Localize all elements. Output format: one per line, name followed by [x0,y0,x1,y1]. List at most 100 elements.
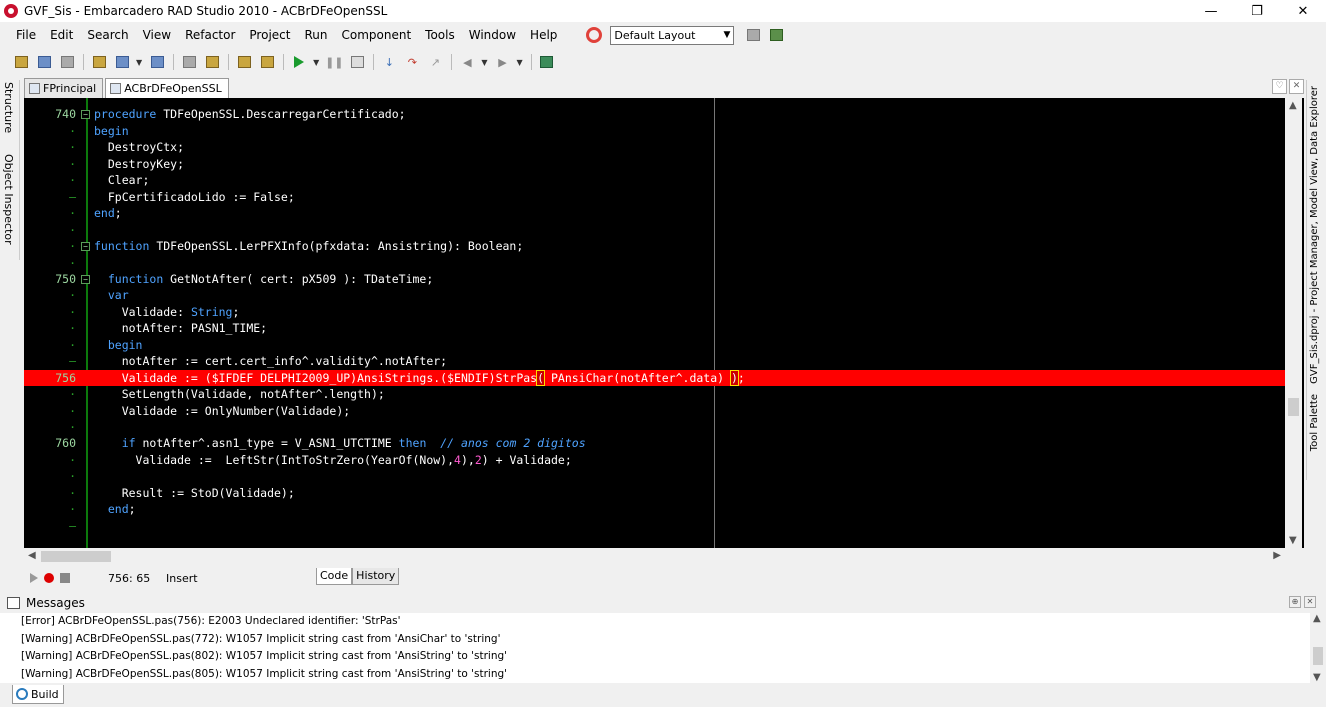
code-line[interactable]: · end; [24,205,1285,221]
scroll-thumb[interactable] [41,551,111,562]
run-icon[interactable] [290,53,308,71]
code-line[interactable]: · Result := StoD(Validade); [24,485,1285,501]
menu-search[interactable]: Search [80,24,135,46]
code-line[interactable]: · SetLength(Validade, notAfter^.length); [24,386,1285,402]
code-line[interactable]: · notAfter: PASN1_TIME; [24,320,1285,336]
scroll-up-icon[interactable]: ▲ [1289,100,1297,111]
scroll-thumb[interactable] [1313,647,1323,665]
play-macro-icon[interactable] [30,573,38,583]
step-over-icon[interactable]: ↷ [403,53,421,71]
code-line[interactable]: – notAfter := cert.cert_info^.validity^.… [24,353,1285,369]
trace-into-icon[interactable]: ↓ [380,53,398,71]
code-line[interactable]: 740− procedure TDFeOpenSSL.DescarregarCer… [24,106,1285,122]
tab-build[interactable]: Build [12,685,64,704]
code-editor[interactable]: 740− procedure TDFeOpenSSL.DescarregarCer… [24,98,1304,548]
menu-refactor[interactable]: Refactor [178,24,242,46]
structure-tab[interactable]: Structure [2,82,15,133]
project-manager-tab[interactable]: GVF_Sis.dproj - Project Manager, Model V… [1309,86,1320,384]
code-line[interactable]: · var [24,287,1285,303]
code-line[interactable]: · [24,222,1285,238]
save-desktop-icon[interactable] [744,26,762,44]
fold-toggle-icon[interactable]: − [81,242,90,252]
set-debug-desktop-icon[interactable] [767,26,785,44]
message-item[interactable]: [Warning] ACBrDFeOpenSSL.pas(802): W1057… [0,648,1310,666]
chevron-down-icon[interactable]: ▼ [313,58,319,67]
menu-help[interactable]: Help [523,24,564,46]
editor-horizontal-scrollbar[interactable]: ◀ ▶ [24,548,1285,565]
messages-scrollbar[interactable]: ▲ ▼ [1310,613,1326,683]
record-macro-icon[interactable] [44,573,54,583]
menu-edit[interactable]: Edit [43,24,80,46]
menu-project[interactable]: Project [242,24,297,46]
code-line[interactable]: · Validade := OnlyNumber(Validade); [24,403,1285,419]
error-code-line[interactable]: 756 Validade := ($IFDEF DELPHI2009_UP)An… [24,369,1285,386]
open-project-icon[interactable] [113,53,131,71]
help-book-icon[interactable] [538,53,556,71]
new-form-icon[interactable] [90,53,108,71]
view-form-icon[interactable] [203,53,221,71]
code-line[interactable]: · Clear; [24,172,1285,188]
code-line[interactable]: 760 if notAfter^.asn1_type = V_ASN1_UTCT… [24,435,1285,451]
chevron-down-icon[interactable]: ▼ [516,58,522,67]
menu-tools[interactable]: Tools [418,24,462,46]
add-to-project-icon[interactable] [235,53,253,71]
minimize-button[interactable]: — [1188,0,1234,22]
code-line[interactable]: – [24,518,1285,534]
tab-acbrdfeopenssl[interactable]: ACBrDFeOpenSSL [105,78,229,98]
code-line[interactable]: · begin [24,123,1285,139]
tab-list-icon[interactable]: ♡ [1272,79,1287,94]
stop-icon[interactable] [348,53,366,71]
menu-component[interactable]: Component [334,24,418,46]
message-item[interactable]: [Warning] ACBrDFeOpenSSL.pas(805): W1057… [0,666,1310,684]
pause-icon[interactable]: ❚❚ [325,53,343,71]
close-button[interactable]: ✕ [1280,0,1326,22]
code-line[interactable]: · end; [24,501,1285,517]
code-line[interactable]: · [24,255,1285,271]
code-line[interactable]: · [24,468,1285,484]
remove-from-project-icon[interactable] [258,53,276,71]
scroll-up-icon[interactable]: ▲ [1313,613,1321,624]
scroll-down-icon[interactable]: ▼ [1313,672,1321,683]
close-tab-icon[interactable]: ✕ [1289,79,1304,94]
code-line[interactable]: 750− function GetNotAfter( cert: pX509 )… [24,271,1285,287]
forward-arrow-icon[interactable]: ▶ [493,53,511,71]
chevron-down-icon[interactable]: ▼ [136,58,142,67]
fold-toggle-icon[interactable]: − [81,110,90,120]
code-line[interactable]: – FpCertificadoLido := False; [24,189,1285,205]
save-icon[interactable] [148,53,166,71]
save-all-icon[interactable] [58,53,76,71]
open-icon[interactable] [35,53,53,71]
scroll-right-icon[interactable]: ▶ [1273,550,1281,561]
code-line[interactable]: · begin [24,337,1285,353]
code-line[interactable]: · DestroyCtx; [24,139,1285,155]
tool-palette-tab[interactable]: Tool Palette [1309,394,1320,451]
tab-code[interactable]: Code [316,568,353,585]
help-lifebuoy-icon[interactable] [586,27,603,43]
back-arrow-icon[interactable]: ◀ [458,53,476,71]
chevron-down-icon[interactable]: ▼ [481,58,487,67]
menu-run[interactable]: Run [297,24,334,46]
close-icon[interactable]: ✕ [1304,596,1316,608]
message-item[interactable]: [Warning] ACBrDFeOpenSSL.pas(772): W1057… [0,631,1310,649]
desktop-layout-select[interactable]: Default Layout ▼ [610,25,735,45]
scroll-thumb[interactable] [1288,398,1299,416]
maximize-button[interactable]: ❐ [1234,0,1280,22]
new-items-icon[interactable] [12,53,30,71]
message-item[interactable]: [Error] ACBrDFeOpenSSL.pas(756): E2003 U… [0,613,1310,631]
stop-macro-icon[interactable] [60,573,70,583]
scroll-down-icon[interactable]: ▼ [1289,535,1297,546]
code-line[interactable] [24,98,1285,106]
view-unit-icon[interactable] [180,53,198,71]
code-line[interactable]: · − function TDFeOpenSSL.LerPFXInfo(pfxdat… [24,238,1285,254]
run-until-return-icon[interactable]: ↗ [426,53,444,71]
code-line[interactable]: · DestroyKey; [24,156,1285,172]
fold-toggle-icon[interactable]: − [81,274,90,284]
menu-view[interactable]: View [136,24,178,46]
editor-vertical-scrollbar[interactable]: ▲ ▼ [1285,98,1302,548]
scroll-left-icon[interactable]: ◀ [28,550,36,561]
object-inspector-tab[interactable]: Object Inspector [2,154,15,245]
pin-icon[interactable]: ⊕ [1289,596,1301,608]
menu-window[interactable]: Window [462,24,523,46]
tab-fprincipal[interactable]: FPrincipal [24,78,104,98]
code-line[interactable]: · [24,419,1285,435]
